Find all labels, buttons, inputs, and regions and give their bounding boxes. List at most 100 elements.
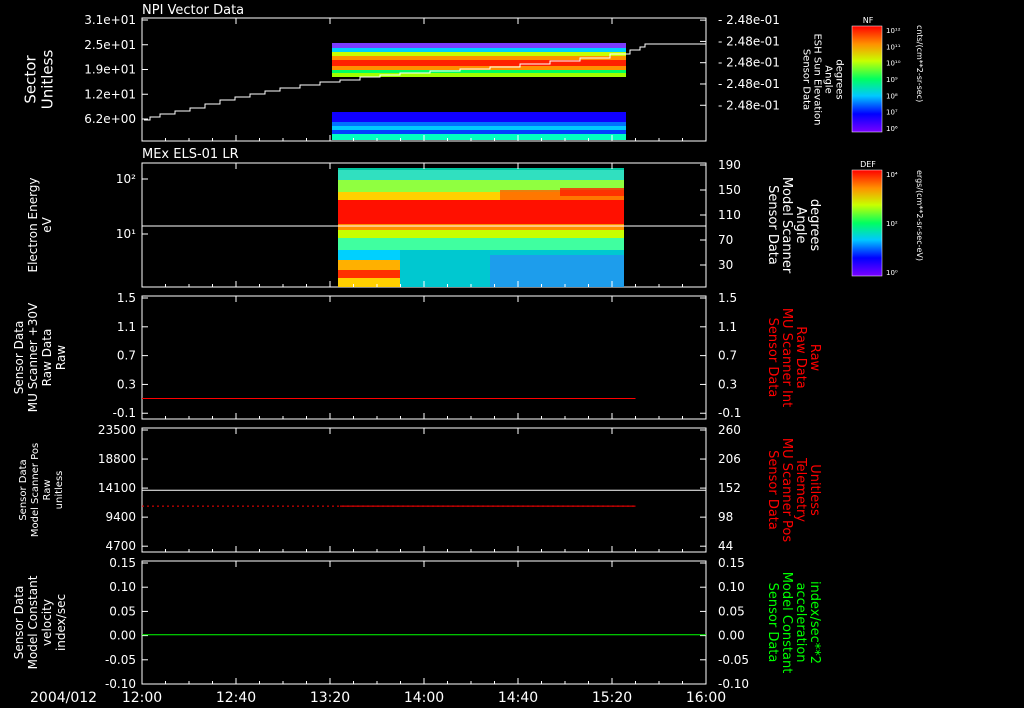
colorbar-def-unit: ergs/(cm**2-sr-sec-eV) (915, 170, 924, 261)
right-axis-label: Raw Data (793, 326, 808, 389)
right-axis-label: index/sec**2 (807, 581, 822, 664)
left-tick-label: 0.10 (109, 580, 136, 594)
right-tick-label: 30 (718, 258, 733, 272)
left-tick-label: -0.1 (113, 406, 136, 420)
right-tick-label: 110 (718, 208, 741, 222)
left-axis-label: Raw (54, 345, 68, 370)
panel1-title: NPI Vector Data (142, 3, 244, 18)
left-tick-label: 0.15 (109, 556, 136, 570)
left-axis-label: Sector (22, 55, 40, 104)
left-tick-label: -0.10 (105, 677, 136, 691)
colorbar-tick-label: 10⁴ (886, 171, 898, 179)
right-tick-label: 150 (718, 183, 741, 197)
right-axis-label: Model Constant (779, 572, 794, 674)
left-axis-label: Raw Data (40, 329, 54, 387)
left-tick-label: -0.05 (105, 653, 136, 667)
left-tick-label: 0.3 (117, 377, 136, 391)
right-tick-label: - 2.48e-01 (718, 13, 780, 27)
colorbar-def-title: DEF (860, 160, 876, 169)
right-tick-label: 1.1 (718, 320, 737, 334)
left-tick-label: 3.1e+01 (84, 13, 136, 27)
left-axis-label: eV (40, 216, 54, 232)
left-tick-label: 1.5 (117, 291, 136, 305)
left-axis-label: index/sec (54, 594, 68, 651)
colorbar-tick-label: 10⁸ (886, 92, 898, 100)
right-tick-label: -0.1 (718, 406, 741, 420)
left-tick-label: 14100 (98, 481, 136, 495)
right-tick-label: - 2.48e-01 (718, 34, 780, 48)
right-tick-label: 0.00 (718, 629, 745, 643)
right-tick-label: 206 (718, 452, 741, 466)
right-tick-label: -0.05 (718, 653, 749, 667)
left-tick-label: 6.2e+00 (84, 112, 136, 126)
left-axis-label: MU Scanner +30V (26, 302, 40, 412)
left-axis-label: Unitless (39, 50, 57, 110)
left-axis-label: Sensor Data (12, 586, 26, 660)
right-axis-label: acceleration (793, 582, 808, 662)
left-tick-label: 23500 (98, 423, 136, 437)
colorbar-tick-label: 10¹⁰ (886, 60, 901, 68)
left-tick-label: 0.05 (109, 604, 136, 618)
left-axis-label: Sensor Data (18, 459, 29, 520)
left-tick-label: 1.2e+01 (84, 87, 136, 101)
time-tick-label: 13:20 (310, 690, 350, 706)
left-tick-label: 1.1 (117, 320, 136, 334)
right-axis-label: Sensor Data (765, 185, 780, 265)
right-tick-label: 1.5 (718, 291, 737, 305)
right-tick-label: 0.10 (718, 580, 745, 594)
right-tick-label: 44 (718, 539, 733, 553)
left-tick-label: 0.7 (117, 349, 136, 363)
right-axis-label: Raw (807, 344, 822, 372)
left-tick-label: 18800 (98, 452, 136, 466)
multi-panel-plot: NPI Vector Data MEx ELS-01 LR 12:00 12:4… (12, 3, 924, 706)
right-tick-label: 0.7 (718, 349, 737, 363)
right-axis-label: Unitless (807, 464, 822, 516)
left-tick-label: 9400 (105, 510, 136, 524)
right-axis-label: Sensor Data (765, 450, 780, 530)
colorbar-nf-title: NF (863, 16, 874, 25)
time-tick-label: 14:00 (404, 690, 444, 706)
left-axis-label: Electron Energy (26, 177, 40, 272)
colorbar-def (851, 169, 883, 277)
time-tick-label: 14:40 (498, 690, 538, 706)
left-axis-label: velocity (40, 599, 54, 646)
left-axis-label: Raw (42, 479, 53, 500)
date-label: 2004/012 (30, 690, 97, 706)
right-tick-label: 152 (718, 481, 741, 495)
right-tick-label: - 2.48e-01 (718, 98, 780, 112)
left-tick-label: 0.00 (109, 629, 136, 643)
right-axis-label: Angle (823, 65, 834, 93)
colorbar-tick-label: 10² (886, 220, 898, 228)
right-tick-label: 98 (718, 510, 733, 524)
panel3-frame (141, 295, 707, 420)
right-axis-label: Sensor Data (801, 49, 812, 110)
left-tick-label: 2.5e+01 (84, 38, 136, 52)
right-axis-label: Model Scanner (779, 177, 794, 274)
right-axis-label: Telemetry (793, 457, 808, 522)
right-tick-label: - 2.48e-01 (718, 77, 780, 91)
right-axis-label: Sensor Data (765, 583, 780, 663)
right-tick-label: - 2.48e-01 (718, 56, 780, 70)
right-tick-label: -0.10 (718, 677, 749, 691)
colorbar-tick-label: 10⁷ (886, 109, 898, 117)
time-tick-label: 12:40 (216, 690, 256, 706)
right-tick-label: 0.15 (718, 556, 745, 570)
right-axis-label: Sensor Data (765, 318, 780, 398)
left-tick-label: 4700 (105, 539, 136, 553)
colorbar-tick-label: 10⁶ (886, 125, 898, 133)
right-axis-label: MU Scanner Pos (779, 438, 794, 543)
colorbar-nf-unit: cnts/(cm**2-sr-sec) (915, 25, 924, 102)
panel2-title: MEx ELS-01 LR (142, 147, 239, 162)
right-tick-label: 70 (718, 233, 733, 247)
panel2-spectrogram (338, 168, 624, 287)
colorbar-tick-label: 10¹² (886, 27, 901, 35)
right-tick-label: 260 (718, 423, 741, 437)
right-axis-label: MU Scanner Int (779, 308, 794, 407)
colorbar-tick-label: 10⁰ (886, 269, 898, 277)
right-axis-label: degrees (834, 59, 845, 99)
left-axis-label: Model Scanner Pos (30, 443, 41, 537)
left-axis-label: Model Constant (26, 575, 40, 669)
time-tick-label: 16:00 (686, 690, 726, 706)
time-tick-label: 15:20 (592, 690, 632, 706)
right-axis-label: degrees (807, 199, 822, 252)
